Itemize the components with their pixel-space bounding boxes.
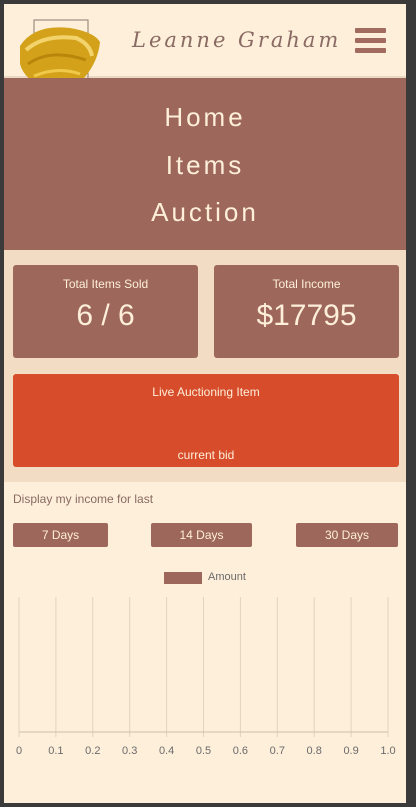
total-income-value: $17795 [256, 299, 357, 332]
range-14-days-button[interactable]: 14 Days [151, 523, 252, 547]
live-auction-title: Live Auctioning Item [152, 385, 260, 399]
range-30-days-button[interactable]: 30 Days [296, 523, 398, 547]
total-items-sold-label: Total Items Sold [62, 277, 149, 291]
x-tick-label: 0 [16, 745, 22, 757]
total-items-sold-card: Total Items Sold 6 / 6 [13, 265, 198, 358]
live-auction-card[interactable]: Live Auctioning Item current bid [13, 374, 399, 467]
x-tick-label: 0.3 [122, 745, 137, 757]
range-7-days-button[interactable]: 7 Days [13, 523, 108, 547]
total-income-card: Total Income $17795 [214, 265, 399, 358]
x-tick-label: 0.9 [343, 745, 358, 757]
total-income-label: Total Income [272, 277, 341, 291]
nav-item-home[interactable]: Home [4, 102, 406, 133]
x-tick-label: 0.6 [233, 745, 248, 757]
nav-item-items[interactable]: Items [4, 150, 406, 181]
x-tick-label: 0.8 [307, 745, 322, 757]
legend-swatch-amount[interactable] [164, 572, 202, 584]
x-tick-label: 0.1 [48, 745, 63, 757]
header: Leanne Graham [4, 4, 406, 91]
income-range-label: Display my income for last [13, 492, 154, 506]
x-tick-label: 0.2 [85, 745, 100, 757]
total-items-sold-value: 6 / 6 [76, 299, 135, 332]
nav-item-auction[interactable]: Auction [4, 197, 406, 228]
main-nav: Home Items Auction [4, 78, 406, 250]
x-tick-label: 1.0 [380, 745, 395, 757]
legend-label-amount: Amount [208, 571, 246, 583]
brand-name: Leanne Graham [132, 28, 342, 52]
current-bid-label: current bid [177, 448, 235, 462]
x-tick-label: 0.5 [196, 745, 211, 757]
income-chart: 0 0.1 0.2 0.3 0.4 0.5 0.6 0.7 0.8 0.9 1.0 [16, 597, 396, 757]
x-tick-label: 0.4 [159, 745, 174, 757]
x-tick-label: 0.7 [270, 745, 285, 757]
hamburger-menu-icon[interactable] [355, 28, 386, 54]
app-frame: Leanne Graham Home Items Auction Total I… [4, 4, 406, 803]
